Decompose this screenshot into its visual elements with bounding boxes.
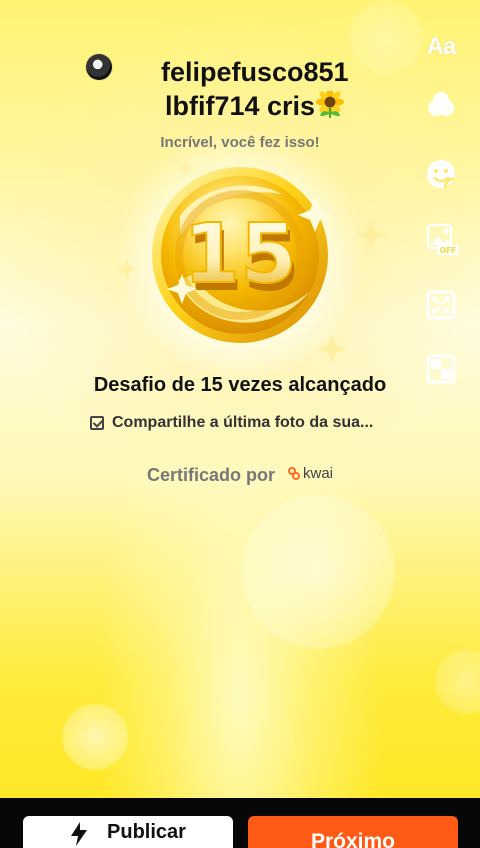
photo-off-badge: OFF bbox=[440, 246, 457, 255]
sunflower-icon bbox=[316, 88, 345, 119]
light-bubble bbox=[241, 495, 395, 649]
next-button[interactable]: Próximo bbox=[248, 816, 458, 848]
crop-glyph bbox=[426, 354, 456, 384]
sticker-icon[interactable] bbox=[422, 155, 460, 193]
kwai-logo-icon bbox=[288, 467, 301, 480]
expand-icon[interactable] bbox=[422, 286, 460, 324]
story-editor-canvas: felipefusco851 lbfif714 cris Incrível, v… bbox=[0, 0, 480, 848]
kwai-logo: kwai bbox=[288, 465, 333, 482]
crop-icon[interactable] bbox=[422, 350, 460, 388]
side-toolbar: Aa OFF bbox=[422, 28, 460, 388]
photo-off-glyph: OFF bbox=[426, 223, 459, 255]
achievement-medal: 15 15 bbox=[116, 160, 386, 363]
filter-glyph bbox=[428, 92, 454, 116]
certificate-text: Certificado por bbox=[146, 465, 275, 485]
username-line-1: felipefusco851 bbox=[161, 57, 349, 87]
achievement-description[interactable]: Compartilhe a última foto da sua... bbox=[90, 411, 410, 435]
medal-number: 15 bbox=[183, 207, 297, 302]
sticker-glyph bbox=[427, 160, 455, 189]
text-icon[interactable]: Aa bbox=[422, 28, 460, 66]
publish-label: Publicar bbox=[107, 821, 186, 843]
lightning-icon bbox=[70, 822, 88, 846]
light-bubble bbox=[62, 704, 128, 770]
publish-button[interactable]: Publicar bbox=[23, 816, 233, 848]
description-text: Compartilhe a última foto da sua... bbox=[112, 414, 374, 431]
light-bubble bbox=[435, 650, 480, 714]
photo-off-icon[interactable]: OFF bbox=[422, 219, 460, 257]
filter-icon[interactable] bbox=[422, 88, 460, 126]
expand-glyph bbox=[426, 290, 456, 320]
username-text: lbfif714 cris bbox=[165, 91, 316, 121]
bottom-action-bar: Publicar Próximo bbox=[0, 798, 480, 848]
kwai-brand-text: kwai bbox=[303, 465, 334, 482]
text-tool-label: Aa bbox=[426, 33, 457, 60]
achievement-title: Desafio de 15 vezes alcançado bbox=[93, 374, 387, 396]
achievement-subtitle: Incrível, você fez isso! bbox=[160, 134, 320, 151]
checkbox-icon bbox=[90, 416, 104, 430]
certificate-line: Certificado por kwai bbox=[0, 465, 480, 486]
avatar[interactable] bbox=[86, 54, 112, 80]
username-line-2: lbfif714 cris bbox=[165, 88, 385, 122]
